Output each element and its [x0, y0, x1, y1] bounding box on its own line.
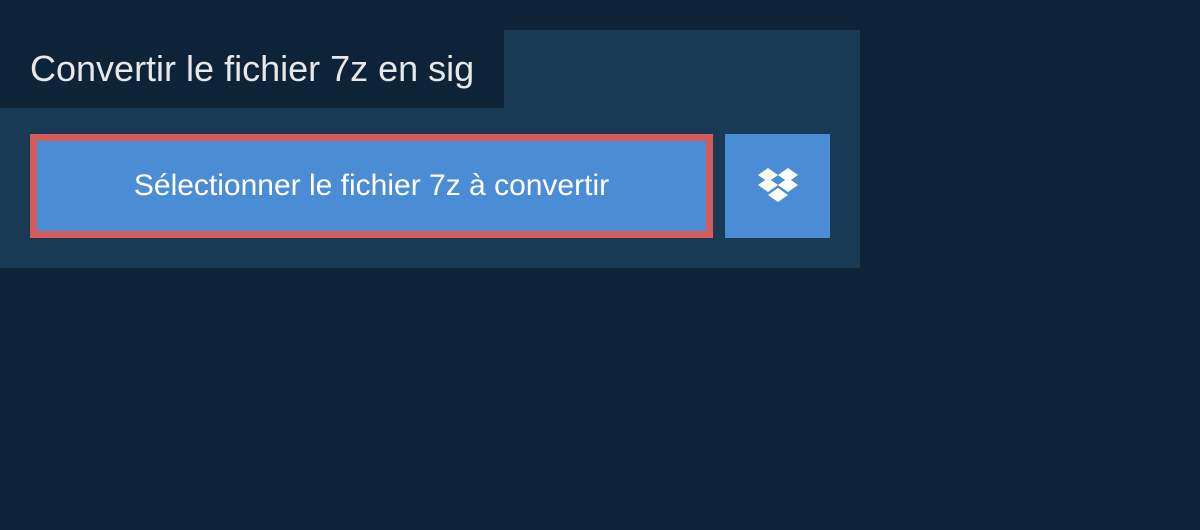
dropbox-button[interactable]	[725, 134, 830, 238]
select-file-button[interactable]: Sélectionner le fichier 7z à convertir	[30, 134, 713, 238]
button-row: Sélectionner le fichier 7z à convertir	[0, 108, 860, 268]
dropbox-icon	[758, 168, 798, 204]
page-title: Convertir le fichier 7z en sig	[30, 48, 474, 90]
title-box: Convertir le fichier 7z en sig	[0, 30, 504, 108]
converter-panel: Convertir le fichier 7z en sig Sélection…	[0, 30, 860, 268]
